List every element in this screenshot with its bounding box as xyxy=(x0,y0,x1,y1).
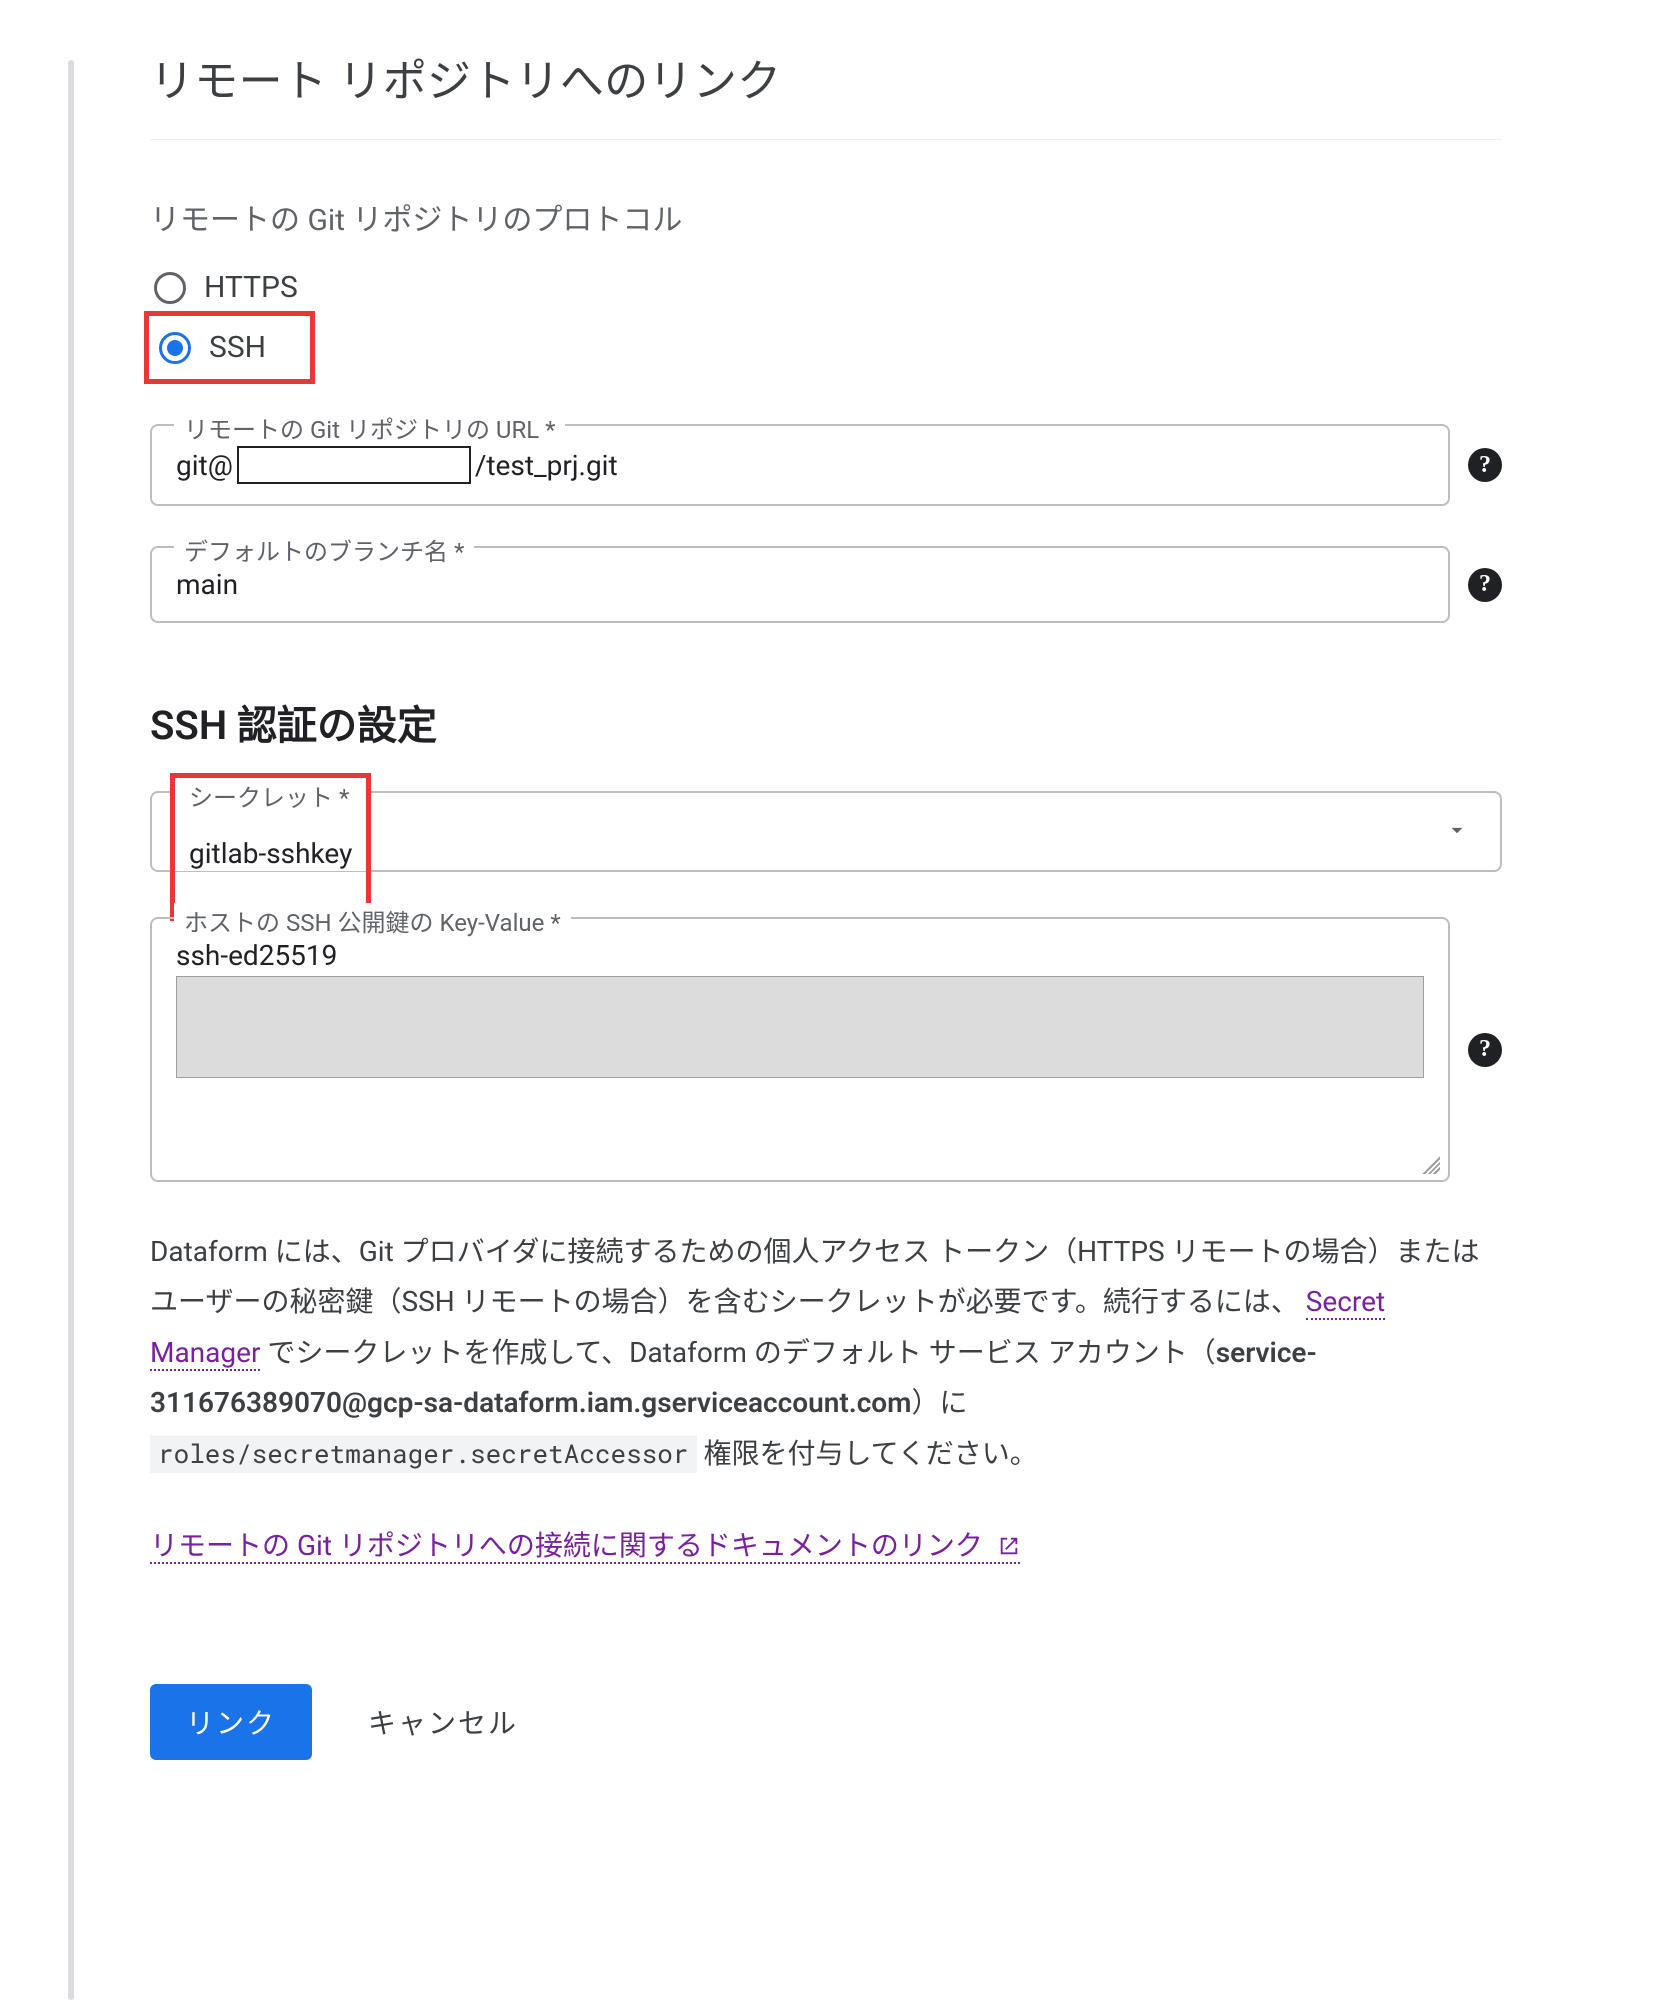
info-part3: ）に xyxy=(911,1386,967,1419)
help-icon[interactable]: ? xyxy=(1468,448,1502,482)
cancel-button[interactable]: キャンセル xyxy=(362,1701,524,1743)
chevron-down-icon xyxy=(1414,817,1500,847)
protocol-option-https-label: HTTPS xyxy=(204,270,298,305)
repo-url-value-prefix: git@ xyxy=(176,449,233,482)
radio-icon-selected xyxy=(159,332,191,364)
protocol-label: リモートの Git リポジトリのプロトコル xyxy=(150,195,1502,239)
host-key-redacted xyxy=(176,976,1424,1078)
secret-select[interactable]: シークレット * gitlab-sshkey xyxy=(150,791,1502,872)
host-key-field[interactable]: ホストの SSH 公開鍵の Key-Value * ssh-ed25519 xyxy=(150,917,1450,1182)
repo-url-label: リモートの Git リポジトリの URL * xyxy=(174,410,565,445)
host-key-label: ホストの SSH 公開鍵の Key-Value * xyxy=(174,903,571,938)
repo-url-field[interactable]: リモートの Git リポジトリの URL * git@ /test_prj.gi… xyxy=(150,424,1450,506)
info-paragraph: Dataform には、Git プロバイダに接続するための個人アクセス トークン… xyxy=(150,1227,1502,1479)
protocol-option-ssh-label: SSH xyxy=(209,330,266,365)
protocol-radio-group: HTTPS SSH xyxy=(150,264,1502,384)
page-title: リモート リポジトリへのリンク xyxy=(150,0,1502,140)
info-part1: Dataform には、Git プロバイダに接続するための個人アクセス トークン… xyxy=(150,1235,1480,1318)
repo-url-redacted xyxy=(237,446,471,484)
resize-handle-icon[interactable] xyxy=(1418,1152,1440,1174)
secret-value: gitlab-sshkey xyxy=(179,813,362,870)
help-icon[interactable]: ? xyxy=(1468,1033,1502,1067)
info-part4: 権限を付与してください。 xyxy=(697,1437,1038,1470)
role-code: roles/secretmanager.secretAccessor xyxy=(150,1435,697,1473)
host-key-prefix: ssh-ed25519 xyxy=(176,939,1424,972)
default-branch-label: デフォルトのブランチ名 * xyxy=(174,532,474,567)
link-button[interactable]: リンク xyxy=(150,1684,312,1760)
repo-url-value-suffix: /test_prj.git xyxy=(475,449,618,482)
scrollbar-rail[interactable] xyxy=(68,60,74,2000)
protocol-option-https[interactable]: HTTPS xyxy=(150,264,1502,311)
ssh-auth-heading: SSH 認証の設定 xyxy=(150,693,1502,751)
help-icon[interactable]: ? xyxy=(1468,568,1502,602)
radio-icon xyxy=(154,272,186,304)
highlight-secret: シークレット * gitlab-sshkey xyxy=(170,773,371,921)
secret-label: シークレット * xyxy=(179,778,359,813)
default-branch-value: main xyxy=(176,568,238,601)
external-link-icon xyxy=(998,1531,1020,1564)
info-part2: でシークレットを作成して、Dataform のデフォルト サービス アカウント（ xyxy=(267,1336,1215,1369)
doc-link-text: リモートの Git リポジトリへの接続に関するドキュメントのリンク xyxy=(150,1529,983,1562)
highlight-ssh: SSH xyxy=(144,311,315,384)
doc-link[interactable]: リモートの Git リポジトリへの接続に関するドキュメントのリンク xyxy=(150,1529,1020,1564)
protocol-option-ssh[interactable]: SSH xyxy=(155,324,270,371)
default-branch-field[interactable]: デフォルトのブランチ名 * main xyxy=(150,546,1450,623)
